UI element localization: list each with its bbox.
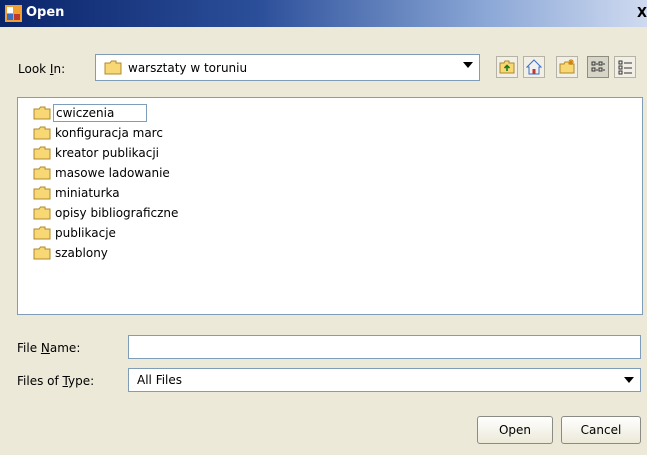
title-bar[interactable]: Open X	[0, 0, 647, 27]
open-button[interactable]: Open	[477, 416, 553, 444]
file-name-label: File Name:	[17, 341, 81, 355]
list-item-label: masowe ladowanie	[55, 166, 170, 180]
folder-icon	[33, 186, 51, 200]
home-button[interactable]	[523, 56, 545, 78]
new-folder-button[interactable]	[556, 56, 578, 78]
window-title: Open	[26, 5, 65, 20]
open-dialog: Open X Look In: warsztaty w toruniu cwic…	[0, 0, 647, 455]
file-type-value: All Files	[137, 373, 183, 387]
folder-icon	[33, 106, 51, 120]
list-item-label: publikacje	[55, 226, 116, 240]
details-view-icon	[618, 60, 632, 75]
list-item-label: cwiczenia	[53, 104, 148, 122]
up-one-level-button[interactable]	[496, 56, 518, 78]
file-type-label: Files of Type:	[17, 374, 95, 388]
file-name-input[interactable]	[128, 335, 641, 359]
folder-icon	[33, 226, 51, 240]
new-folder-icon	[559, 59, 575, 74]
folder-icon	[33, 206, 51, 220]
close-button[interactable]: X	[633, 5, 647, 22]
file-list[interactable]: cwiczenia konfiguracja marc kreator publ…	[17, 97, 643, 315]
cancel-button[interactable]: Cancel	[561, 416, 641, 444]
list-item-label: kreator publikacji	[55, 146, 160, 160]
list-item-label: opisy bibliograficzne	[55, 206, 179, 220]
list-view-button[interactable]	[587, 56, 609, 78]
folder-icon	[33, 166, 51, 180]
up-one-level-icon	[499, 60, 515, 74]
file-type-combo[interactable]: All Files	[128, 368, 641, 392]
list-view-icon	[591, 61, 605, 72]
list-item-label: szablony	[55, 246, 108, 260]
folder-icon	[33, 126, 51, 140]
folder-icon	[104, 60, 122, 75]
list-item-label: miniaturka	[55, 186, 120, 200]
look-in-label: Look In:	[18, 62, 66, 76]
home-icon	[526, 59, 542, 75]
chevron-down-icon[interactable]	[624, 377, 634, 383]
folder-icon	[33, 246, 51, 260]
list-item-label: konfiguracja marc	[55, 126, 163, 140]
look-in-combo[interactable]: warsztaty w toruniu	[95, 54, 480, 81]
folder-icon	[33, 146, 51, 160]
chevron-down-icon[interactable]	[463, 62, 473, 68]
details-view-button[interactable]	[614, 56, 636, 78]
app-icon	[5, 5, 22, 22]
look-in-value: warsztaty w toruniu	[128, 61, 248, 75]
